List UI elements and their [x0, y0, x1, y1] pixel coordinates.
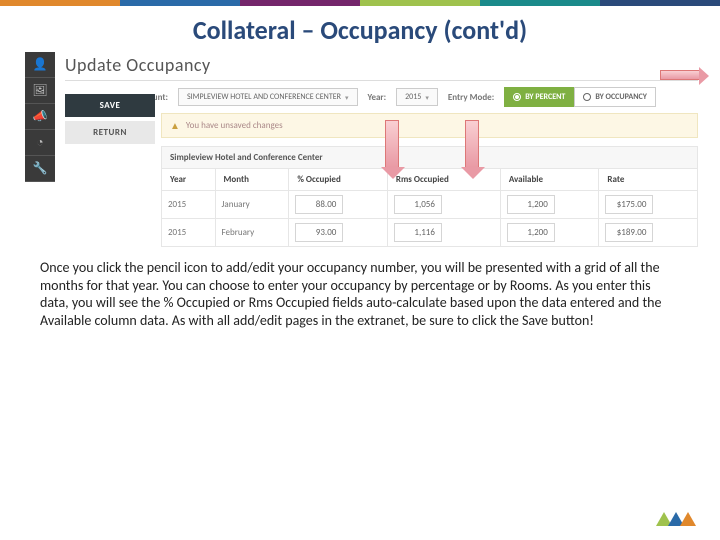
- radio-icon: [513, 93, 521, 101]
- return-button[interactable]: RETURN: [65, 121, 155, 144]
- user-icon[interactable]: 👤: [25, 52, 55, 78]
- account-dropdown[interactable]: SIMPLEVIEW HOTEL AND CONFERENCE CENTER▾: [178, 88, 358, 106]
- slide-title: Collateral – Occupancy (cont'd): [0, 14, 720, 46]
- chart-icon[interactable]: ◔: [25, 130, 55, 156]
- col-rate: Rate: [599, 169, 698, 191]
- table-row: 2015 February 93.00 1,116 1,200 $189.00: [162, 219, 698, 247]
- col-pct: % Occupied: [289, 169, 388, 191]
- save-button[interactable]: SAVE: [65, 94, 155, 117]
- table-row: 2015 January 88.00 1,056 1,200 $175.00: [162, 191, 698, 219]
- warning-text: You have unsaved changes: [186, 120, 283, 131]
- filter-row: Account: SIMPLEVIEW HOTEL AND CONFERENCE…: [65, 85, 698, 113]
- rate-input[interactable]: $189.00: [605, 223, 653, 242]
- chevron-down-icon: ▾: [345, 93, 349, 102]
- callout-arrow-icon: [385, 120, 399, 168]
- unsaved-warning: ▲ You have unsaved changes: [161, 113, 698, 138]
- table-title: Simpleview Hotel and Conference Center: [161, 146, 698, 168]
- col-year: Year: [162, 169, 216, 191]
- wrench-icon[interactable]: 🔧: [25, 156, 55, 182]
- image-icon[interactable]: 🖼: [25, 78, 55, 104]
- brand-logo: [656, 512, 696, 526]
- bullhorn-icon[interactable]: 📣: [25, 104, 55, 130]
- mode-by-percent[interactable]: BY PERCENT: [504, 87, 574, 107]
- page-title: Update Occupancy: [65, 52, 698, 78]
- col-avail: Available: [500, 169, 599, 191]
- callout-arrow-icon: [465, 120, 479, 168]
- pct-input[interactable]: 93.00: [295, 223, 343, 242]
- app-screenshot: 👤 🖼 📣 ◔ 🔧 Update Occupancy Account: SIMP…: [65, 52, 698, 247]
- year-label: Year:: [368, 92, 387, 103]
- callout-arrow-icon: [660, 70, 700, 80]
- divider: [65, 80, 698, 81]
- action-buttons: SAVE RETURN: [65, 94, 155, 144]
- warning-icon: ▲: [170, 119, 180, 132]
- pct-input[interactable]: 88.00: [295, 195, 343, 214]
- occupancy-table: Year Month % Occupied Rms Occupied Avail…: [161, 168, 698, 247]
- chevron-down-icon: ▾: [425, 93, 429, 102]
- year-dropdown[interactable]: 2015▾: [396, 88, 438, 106]
- entry-mode-label: Entry Mode:: [448, 92, 494, 103]
- left-iconbar: 👤 🖼 📣 ◔ 🔧: [25, 52, 55, 182]
- avail-input[interactable]: 1,200: [507, 195, 555, 214]
- body-text: Once you click the pencil icon to add/ed…: [0, 247, 720, 329]
- mode-by-occupancy[interactable]: BY OCCUPANCY: [574, 87, 656, 107]
- brand-stripe: [0, 0, 720, 6]
- rate-input[interactable]: $175.00: [605, 195, 653, 214]
- col-month: Month: [215, 169, 289, 191]
- avail-input[interactable]: 1,200: [507, 223, 555, 242]
- radio-icon: [583, 93, 591, 101]
- entry-mode-toggle: BY PERCENT BY OCCUPANCY: [504, 87, 656, 107]
- rms-input[interactable]: 1,116: [394, 223, 442, 242]
- rms-input[interactable]: 1,056: [394, 195, 442, 214]
